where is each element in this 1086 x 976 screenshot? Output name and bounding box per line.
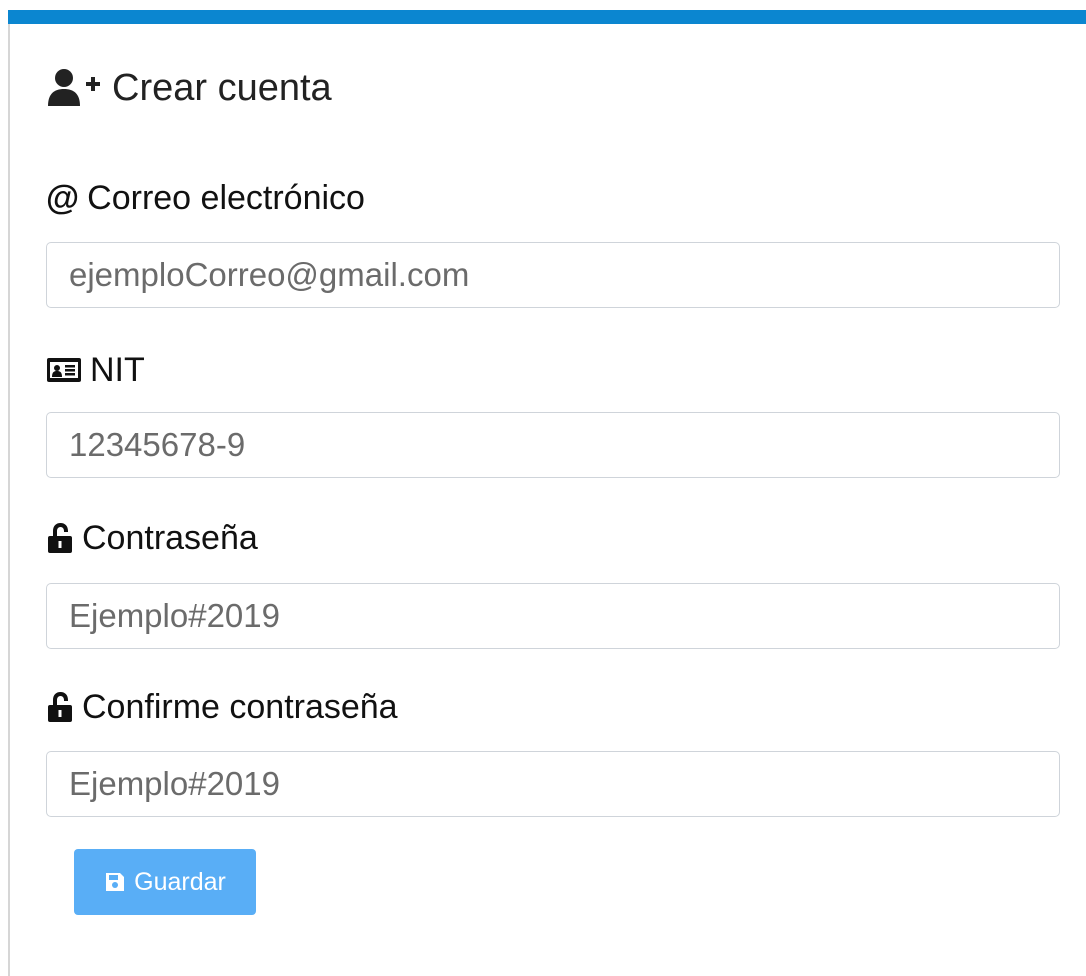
id-card-icon bbox=[46, 357, 82, 383]
user-plus-icon bbox=[46, 68, 106, 108]
nit-field[interactable] bbox=[46, 412, 1060, 478]
card-accent-bar bbox=[8, 10, 1086, 24]
confirm-password-field[interactable] bbox=[46, 751, 1060, 817]
save-button[interactable]: Guardar bbox=[74, 849, 256, 915]
confirm-password-label: Confirme contraseña bbox=[46, 685, 398, 729]
password-label: Contraseña bbox=[46, 516, 258, 560]
email-label: @ Correo electrónico bbox=[46, 176, 365, 220]
confirm-password-label-text: Confirme contraseña bbox=[82, 687, 398, 726]
form-title-text: Crear cuenta bbox=[112, 66, 332, 109]
nit-label-text: NIT bbox=[90, 350, 145, 389]
password-label-text: Contraseña bbox=[82, 518, 258, 557]
create-account-card: Crear cuenta @ Correo electrónico NIT bbox=[8, 10, 1086, 976]
save-icon bbox=[104, 871, 126, 893]
unlock-icon bbox=[46, 691, 74, 723]
email-field[interactable] bbox=[46, 242, 1060, 308]
at-icon: @ bbox=[46, 179, 80, 217]
form-title: Crear cuenta bbox=[46, 64, 332, 112]
email-label-text: Correo electrónico bbox=[87, 178, 365, 217]
nit-label: NIT bbox=[46, 348, 145, 392]
unlock-icon bbox=[46, 522, 74, 554]
save-button-label: Guardar bbox=[134, 867, 226, 896]
password-field[interactable] bbox=[46, 583, 1060, 649]
